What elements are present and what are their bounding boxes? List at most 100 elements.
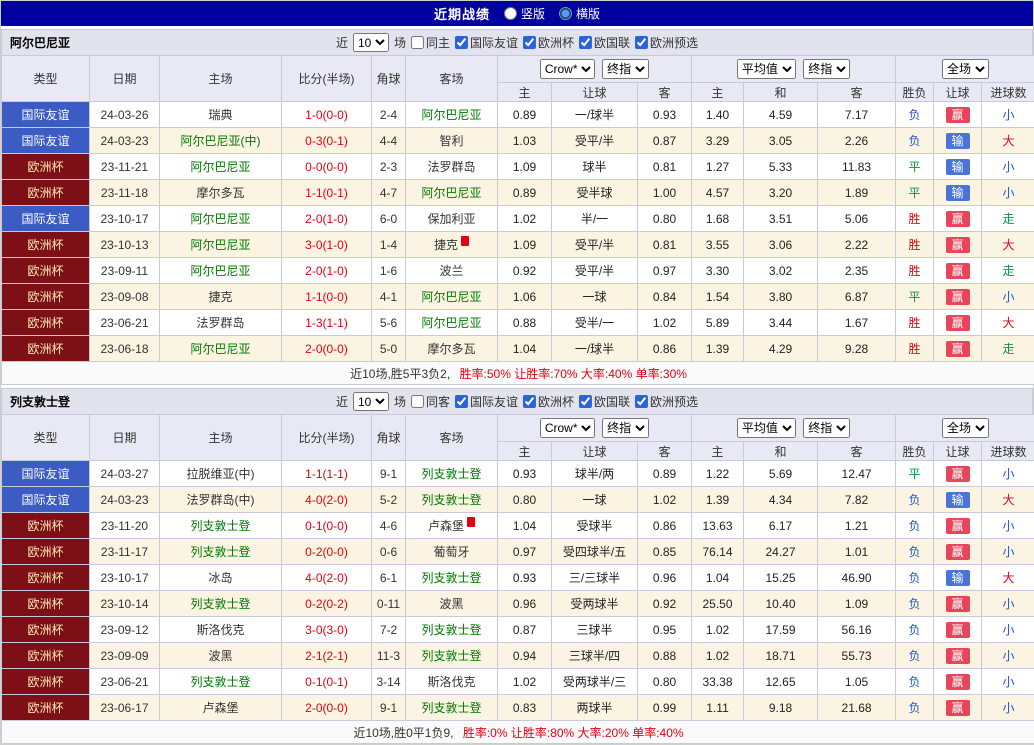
away-team-name[interactable]: 阿尔巴尼亚 [421,290,481,304]
home-team-name[interactable]: 阿尔巴尼亚(中) [181,134,261,148]
away-team-name[interactable]: 列支敦士登 [421,493,481,507]
home-team-name[interactable]: 斯洛伐克 [196,623,244,637]
avg-stage-select[interactable]: 终指 [803,59,850,79]
league-type-badge: 欧洲杯 [2,669,90,695]
home-team-name[interactable]: 阿尔巴尼亚 [190,342,250,356]
away-team-name[interactable]: 波兰 [439,264,463,278]
league-filter-eurocup[interactable]: 欧洲杯 [523,34,574,51]
away-team-name[interactable]: 法罗群岛 [427,160,475,174]
avg-stage-select[interactable]: 终指 [803,418,850,438]
fulltime-select[interactable]: 全场 [942,59,989,79]
match-score[interactable]: 0-1(0-1) [282,669,372,695]
match-score[interactable]: 0-2(0-0) [282,539,372,565]
home-team-name[interactable]: 瑞典 [208,108,232,122]
layout-option-horizontal[interactable]: 横版 [559,5,600,22]
away-team-name[interactable]: 列支敦士登 [421,623,481,637]
match-score[interactable]: 4-0(2-0) [282,487,372,513]
away-team-name[interactable]: 阿尔巴尼亚 [421,316,481,330]
match-score[interactable]: 0-0(0-0) [282,154,372,180]
away-team-name[interactable]: 波黑 [439,597,463,611]
match-score[interactable]: 2-0(0-0) [282,336,372,362]
odds-stage-select[interactable]: 终指 [602,59,649,79]
away-team-name[interactable]: 捷克 [434,238,458,252]
home-team-name[interactable]: 列支敦士登 [190,519,250,533]
match-score[interactable]: 1-1(1-1) [282,461,372,487]
league-filter-friendly[interactable]: 国际友谊 [455,393,518,410]
match-score[interactable]: 4-0(2-0) [282,565,372,591]
away-team-name[interactable]: 列支敦士登 [421,701,481,715]
match-count-select[interactable]: 10 [353,392,389,411]
bookmaker-select[interactable]: Crow* [540,59,595,79]
match-score[interactable]: 1-1(0-0) [282,284,372,310]
away-team-name[interactable]: 列支敦士登 [421,571,481,585]
goals-over-under-label: 大 [982,232,1034,258]
home-team-name[interactable]: 阿尔巴尼亚 [190,212,250,226]
home-team-name[interactable]: 摩尔多瓦 [196,186,244,200]
match-score[interactable]: 3-0(1-0) [282,232,372,258]
league-checkbox-eurocup[interactable] [523,395,536,408]
match-score[interactable]: 1-0(0-0) [282,102,372,128]
home-team-name[interactable]: 列支敦士登 [190,597,250,611]
bookmaker-select[interactable]: Crow* [540,418,595,438]
league-filter-friendly[interactable]: 国际友谊 [455,34,518,51]
away-team-name[interactable]: 阿尔巴尼亚 [421,108,481,122]
home-team-name[interactable]: 拉脱维亚(中) [187,467,255,481]
away-team-name[interactable]: 斯洛伐克 [427,675,475,689]
away-team-name[interactable]: 阿尔巴尼亚 [421,186,481,200]
average-select[interactable]: 平均值 [737,59,796,79]
same-venue-checkbox[interactable] [411,395,424,408]
same-venue-filter[interactable]: 同客 [411,393,450,410]
home-team-name[interactable]: 法罗群岛(中) [187,493,255,507]
away-team-name[interactable]: 卢森堡 [428,519,464,533]
league-filter-euroqual[interactable]: 欧洲预选 [635,393,698,410]
home-team-name[interactable]: 阿尔巴尼亚 [190,160,250,174]
vertical-layout-radio[interactable] [504,7,517,20]
fulltime-select[interactable]: 全场 [942,418,989,438]
home-team-name[interactable]: 阿尔巴尼亚 [190,238,250,252]
away-team-name[interactable]: 列支敦士登 [421,467,481,481]
home-team-name[interactable]: 波黑 [208,649,232,663]
odds-stage-select[interactable]: 终指 [602,418,649,438]
home-team-name[interactable]: 冰岛 [208,571,232,585]
match-score[interactable]: 2-0(0-0) [282,695,372,721]
same-venue-filter[interactable]: 同主 [411,34,450,51]
league-filter-eurocup[interactable]: 欧洲杯 [523,393,574,410]
league-checkbox-nationsleague[interactable] [579,36,592,49]
league-checkbox-friendly[interactable] [455,36,468,49]
league-checkbox-friendly[interactable] [455,395,468,408]
same-venue-checkbox[interactable] [411,36,424,49]
layout-option-vertical[interactable]: 竖版 [504,5,545,22]
away-team-name[interactable]: 葡萄牙 [433,545,469,559]
home-team-name[interactable]: 卢森堡 [202,701,238,715]
home-team-name[interactable]: 捷克 [208,290,232,304]
match-score[interactable]: 0-2(0-2) [282,591,372,617]
away-team-name[interactable]: 列支敦士登 [421,649,481,663]
league-checkbox-euroqual[interactable] [635,395,648,408]
match-score[interactable]: 0-1(0-0) [282,513,372,539]
corner-count: 9-1 [372,461,406,487]
away-team-name[interactable]: 保加利亚 [427,212,475,226]
match-score[interactable]: 1-3(1-1) [282,310,372,336]
match-score[interactable]: 2-1(2-1) [282,643,372,669]
match-score[interactable]: 2-0(1-0) [282,206,372,232]
league-filter-euroqual[interactable]: 欧洲预选 [635,34,698,51]
match-score[interactable]: 3-0(3-0) [282,617,372,643]
league-checkbox-eurocup[interactable] [523,36,536,49]
subcol-avg-draw: 和 [744,83,818,102]
home-team-name[interactable]: 列支敦士登 [190,545,250,559]
home-team-name[interactable]: 阿尔巴尼亚 [190,264,250,278]
away-team-name[interactable]: 智利 [439,134,463,148]
home-team-name[interactable]: 法罗群岛 [196,316,244,330]
league-checkbox-euroqual[interactable] [635,36,648,49]
league-filter-nationsleague[interactable]: 欧国联 [579,393,630,410]
match-score[interactable]: 0-3(0-1) [282,128,372,154]
league-filter-nationsleague[interactable]: 欧国联 [579,34,630,51]
league-checkbox-nationsleague[interactable] [579,395,592,408]
match-score[interactable]: 1-1(0-1) [282,180,372,206]
average-select[interactable]: 平均值 [737,418,796,438]
match-count-select[interactable]: 10 [353,33,389,52]
away-team-name[interactable]: 摩尔多瓦 [427,342,475,356]
match-score[interactable]: 2-0(1-0) [282,258,372,284]
home-team-name[interactable]: 列支敦士登 [190,675,250,689]
horizontal-layout-radio[interactable] [559,7,572,20]
